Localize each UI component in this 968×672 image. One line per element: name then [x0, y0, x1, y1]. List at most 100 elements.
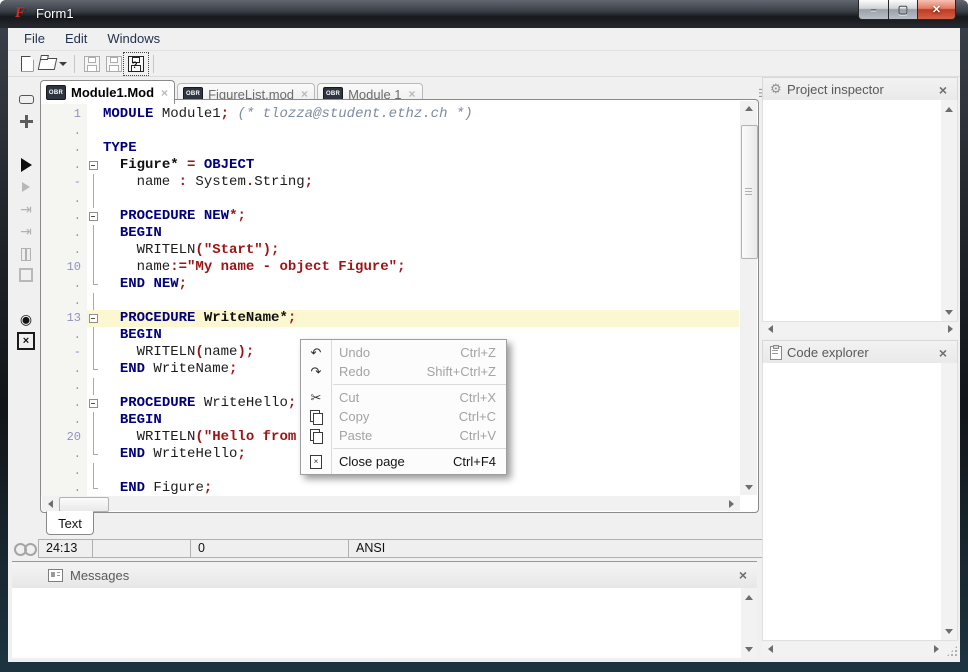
code-explorer-close-icon[interactable]: × [939, 345, 947, 361]
line-number: - [41, 175, 81, 189]
editor-view-tab-text[interactable]: Text [46, 511, 94, 535]
scroll-right-button[interactable] [942, 322, 958, 336]
context-menu-item-redo[interactable]: ↷RedoShift+Ctrl+Z [301, 362, 506, 381]
line-number: . [41, 141, 81, 155]
menu-item-file[interactable]: File [14, 28, 55, 50]
code-line[interactable]: .TYPE [41, 140, 739, 157]
code-text: END NEW; [103, 276, 187, 293]
pause-button[interactable] [14, 242, 38, 264]
tab-close-icon[interactable]: × [409, 89, 416, 99]
scroll-left-button[interactable] [762, 322, 778, 336]
context-menu-item-paste[interactable]: PasteCtrl+V [301, 426, 506, 445]
context-menu-item-copy[interactable]: CopyCtrl+C [301, 407, 506, 426]
code-explorer-vscrollbar[interactable] [941, 363, 957, 640]
scroll-left-button[interactable] [42, 496, 59, 511]
fold-toggle-icon[interactable] [88, 157, 100, 174]
line-number: . [41, 158, 81, 172]
run-to-cursor-button[interactable] [14, 176, 38, 198]
fold-toggle-icon[interactable] [88, 310, 100, 327]
run-icon [21, 158, 32, 172]
tab-close-icon[interactable]: × [161, 88, 168, 98]
messages-header[interactable]: Messages × [12, 563, 757, 589]
project-inspector-header[interactable]: ⚙ Project inspector × [762, 77, 958, 102]
code-explorer-content[interactable] [762, 363, 958, 641]
fold-line [88, 242, 100, 259]
add-watch-button[interactable] [14, 110, 38, 132]
binoculars-icon[interactable] [14, 542, 36, 554]
menu-item-edit[interactable]: Edit [55, 28, 97, 50]
line-number: . [41, 379, 81, 393]
menu-bar: FileEditWindows [8, 28, 960, 51]
menu-item-label: Cut [339, 390, 359, 405]
scroll-down-button[interactable] [941, 624, 957, 638]
scroll-right-button[interactable] [723, 496, 740, 511]
project-inspector-vscrollbar[interactable] [941, 100, 957, 321]
save-button[interactable] [81, 54, 103, 74]
scroll-up-button[interactable] [941, 102, 957, 116]
open-file-button[interactable] [38, 54, 68, 74]
scroll-up-button[interactable] [740, 101, 757, 116]
run-button[interactable] [14, 154, 38, 176]
editor-vertical-scrollbar[interactable] [740, 101, 757, 495]
code-line[interactable]: 1MODULE Module1; (* tlozza@student.ethz.… [41, 106, 739, 123]
code-line[interactable]: . [41, 191, 739, 208]
scroll-up-button[interactable] [741, 590, 757, 604]
messages-content[interactable] [12, 588, 757, 658]
step-over-button[interactable]: ⇥ [14, 220, 38, 242]
project-inspector-content[interactable] [762, 100, 958, 322]
code-explorer-hscrollbar[interactable] [762, 642, 958, 657]
fold-toggle-icon[interactable] [88, 395, 100, 412]
scroll-right-button[interactable] [928, 642, 944, 656]
close-button[interactable]: ✕ [917, 0, 956, 20]
line-number: . [41, 209, 81, 223]
new-file-button[interactable] [16, 54, 38, 74]
step-into-button[interactable]: ⇥ [14, 198, 38, 220]
horizontal-scroll-thumb[interactable] [59, 497, 109, 512]
code-explorer-header[interactable]: Code explorer × [762, 340, 958, 365]
minimize-button[interactable]: – [858, 0, 889, 20]
stop-button[interactable] [14, 264, 38, 286]
editor-horizontal-scrollbar[interactable] [42, 496, 740, 511]
context-menu-item-close-page[interactable]: ×Close pageCtrl+F4 [301, 452, 506, 471]
save-all-button[interactable] [103, 54, 125, 74]
record-button[interactable]: ◉ [14, 308, 38, 330]
tab-close-icon[interactable]: × [301, 89, 308, 99]
context-menu-item-undo[interactable]: ↶UndoCtrl+Z [301, 343, 506, 362]
scroll-down-button[interactable] [741, 642, 757, 656]
chevron-down-icon[interactable] [59, 62, 67, 66]
vertical-scroll-thumb[interactable] [741, 125, 758, 259]
code-line[interactable]: . Figure* = OBJECT [41, 157, 739, 174]
code-line[interactable]: . BEGIN [41, 225, 739, 242]
code-line[interactable]: . END NEW; [41, 276, 739, 293]
maximize-button[interactable]: ▢ [889, 0, 917, 20]
code-line[interactable]: - name : System.String; [41, 174, 739, 191]
menu-item-windows[interactable]: Windows [97, 28, 170, 50]
abort-button[interactable]: × [14, 330, 38, 352]
title-bar[interactable]: F Form1 – ▢ ✕ [0, 0, 968, 28]
messages-close-icon[interactable]: × [739, 567, 747, 583]
context-menu-item-cut[interactable]: ✂CutCtrl+X [301, 388, 506, 407]
code-line[interactable]: 10 name:="My name - object Figure"; [41, 259, 739, 276]
project-inspector-close-icon[interactable]: × [939, 82, 947, 98]
project-inspector-hscrollbar[interactable] [762, 322, 958, 337]
code-line[interactable]: . WRITELN("Start"); [41, 242, 739, 259]
scroll-left-button[interactable] [762, 642, 778, 656]
code-line[interactable]: . [41, 293, 739, 310]
code-text: WRITELN("Hello from [103, 429, 305, 446]
code-line[interactable]: . [41, 123, 739, 140]
fold-line [88, 259, 100, 276]
code-line[interactable]: . PROCEDURE NEW*; [41, 208, 739, 225]
code-line[interactable]: . END Figure; [41, 480, 739, 497]
fold-toggle-icon[interactable] [88, 208, 100, 225]
resize-grip[interactable] [947, 646, 957, 656]
view-tab-label: Text [58, 516, 82, 531]
breakpoint-bar-button[interactable] [14, 88, 38, 110]
save-as-button[interactable]: ? [125, 54, 147, 74]
scroll-down-button[interactable] [740, 480, 757, 495]
code-text: WRITELN(name); [103, 344, 254, 361]
scroll-down-button[interactable] [941, 305, 957, 319]
messages-scrollbar[interactable] [741, 588, 757, 658]
code-line[interactable]: 13 PROCEDURE WriteName*; [41, 310, 739, 327]
code-text: PROCEDURE NEW*; [103, 208, 246, 225]
tab-module1.mod[interactable]: OBRModule1.Mod× [40, 80, 175, 104]
